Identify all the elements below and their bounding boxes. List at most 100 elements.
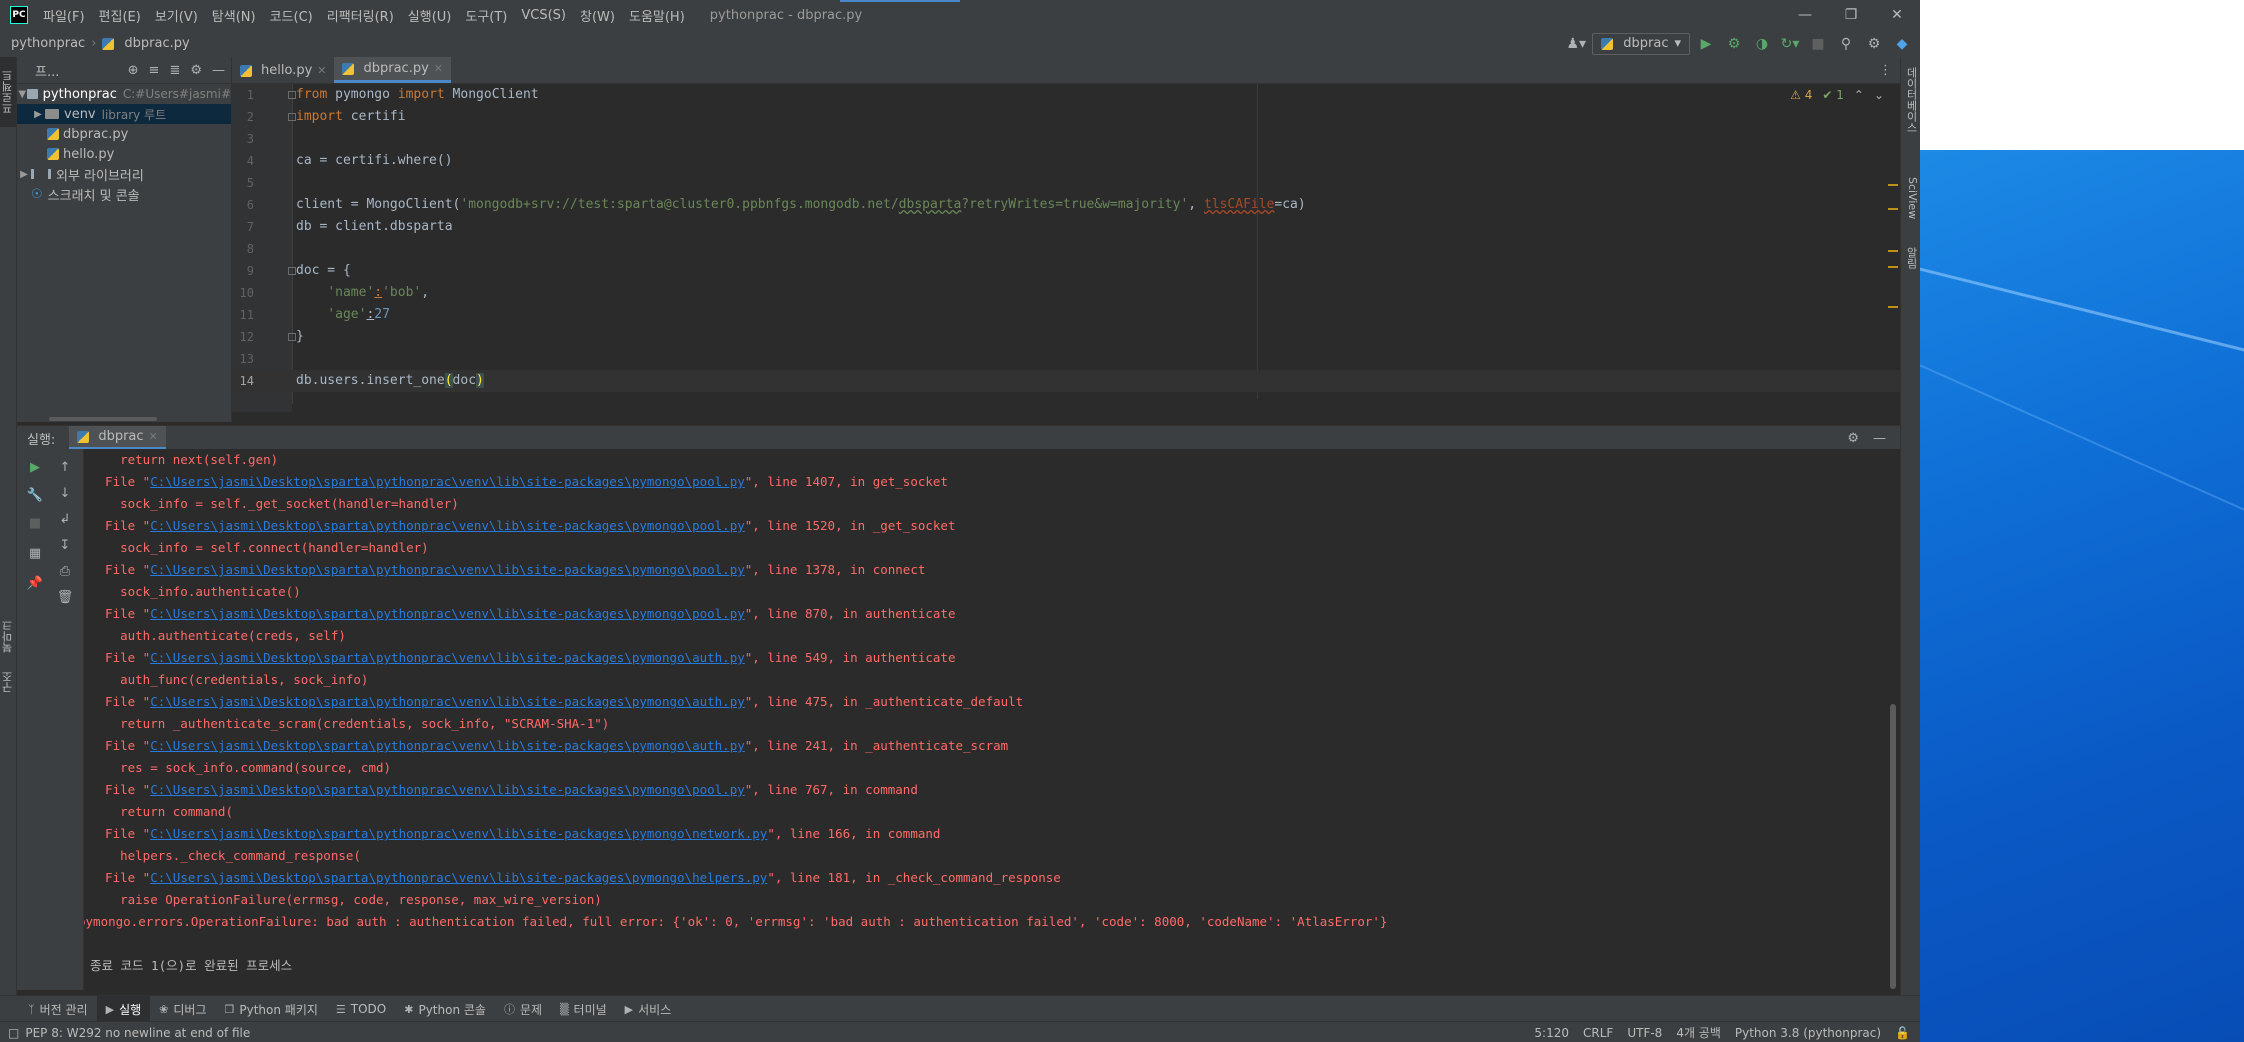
tool-run[interactable]: ▶ 실행 [96, 996, 151, 1022]
trash-icon[interactable]: 🗑 [55, 587, 75, 607]
fold-icon[interactable] [288, 267, 296, 275]
next-highlight-icon[interactable]: ⌄ [1874, 88, 1884, 102]
soft-wrap-icon[interactable]: ↲ [55, 509, 75, 529]
menu-refactor[interactable]: 리팩터링(R) [320, 6, 401, 25]
close-icon[interactable]: ✕ [1874, 0, 1920, 30]
stop-icon[interactable]: ■ [25, 513, 45, 533]
tree-item-external-libraries[interactable]: ▶ 외부 라이브러리 [17, 164, 231, 184]
layout-icon[interactable]: ▦ [25, 543, 45, 563]
chevron-down-icon[interactable]: ▼ [17, 89, 27, 100]
console-scrollbar[interactable] [1890, 704, 1896, 989]
close-tab-icon[interactable]: ✕ [149, 430, 158, 443]
code-line[interactable]: 6 client = MongoClient('mongodb+srv://te… [232, 194, 1900, 216]
breadcrumb-file[interactable]: dbprac.py [118, 36, 189, 51]
collapse-all-icon[interactable]: ≣ [169, 63, 180, 78]
code-line[interactable]: 1 from pymongo import MongoClient [232, 84, 1900, 106]
warning-stripe-marker[interactable] [1888, 266, 1898, 268]
chevron-right-icon[interactable]: ▶ [17, 169, 31, 180]
warning-stripe-marker[interactable] [1888, 184, 1898, 186]
code-line[interactable]: 2 import certifi [232, 106, 1900, 128]
coverage-icon[interactable]: ◑ [1750, 33, 1774, 55]
close-tab-icon[interactable]: ✕ [317, 64, 326, 77]
tree-item-venv[interactable]: ▶ venv library 루트 [17, 104, 231, 124]
menu-run[interactable]: 실행(U) [401, 6, 459, 25]
code-line[interactable]: 13 [232, 348, 1900, 370]
ide-update-icon[interactable]: ◆ [1890, 33, 1914, 55]
run-console-output[interactable]: return next(self.gen) File "C:\Users\jas… [84, 449, 1900, 990]
code-line[interactable]: 11 'age':27 [232, 304, 1900, 326]
gear-icon[interactable]: ⚙ [1847, 431, 1859, 446]
close-tab-icon[interactable]: ✕ [434, 62, 443, 75]
chevron-right-icon[interactable]: ▶ [31, 109, 45, 120]
traceback-file-link[interactable]: C:\Users\jasmi\Desktop\sparta\pythonprac… [150, 650, 745, 665]
menu-view[interactable]: 보기(V) [148, 6, 205, 25]
search-icon[interactable]: ⚲ [1834, 33, 1858, 55]
hide-panel-icon[interactable]: — [212, 63, 225, 78]
tool-services[interactable]: ▶ 서비스 [616, 996, 681, 1022]
python-interpreter[interactable]: Python 3.8 (pythonprac) [1735, 1026, 1881, 1040]
tab-dbprac[interactable]: dbprac.py ✕ [334, 57, 451, 83]
lock-icon[interactable]: 🔓 [1895, 1026, 1910, 1040]
menu-file[interactable]: 파일(F) [36, 6, 92, 25]
traceback-file-link[interactable]: C:\Users\jasmi\Desktop\sparta\pythonprac… [150, 870, 767, 885]
previous-highlight-icon[interactable]: ⌃ [1854, 88, 1864, 102]
traceback-file-link[interactable]: C:\Users\jasmi\Desktop\sparta\pythonprac… [150, 474, 745, 489]
caret-position[interactable]: 5:120 [1534, 1026, 1569, 1040]
tool-version-control[interactable]: ᛉ 버전 관리 [0, 996, 97, 1022]
menu-navigate[interactable]: 탐색(N) [205, 6, 263, 25]
editor-horizontal-scrollbar[interactable] [292, 404, 1898, 412]
sciview-tool-tab[interactable]: SciView [1903, 177, 1919, 237]
down-arrow-icon[interactable]: ↓ [55, 483, 75, 503]
code-line[interactable]: 3 [232, 128, 1900, 150]
minimize-icon[interactable]: — [1782, 0, 1828, 30]
run-icon[interactable]: ▶ [1694, 33, 1718, 55]
tree-item-scratches[interactable]: ☉ 스크래치 및 콘솔 [17, 184, 231, 204]
warning-stripe-marker[interactable] [1888, 208, 1898, 210]
up-arrow-icon[interactable]: ↑ [55, 457, 75, 477]
code-line[interactable]: 5 [232, 172, 1900, 194]
code-line[interactable]: 8 [232, 238, 1900, 260]
traceback-file-link[interactable]: C:\Users\jasmi\Desktop\sparta\pythonprac… [150, 606, 745, 621]
warning-stripe-marker[interactable] [1888, 250, 1898, 252]
code-line-current[interactable]: 14 db.users.insert_one(doc) [232, 370, 1900, 392]
code-line[interactable]: 4 ca = certifi.where() [232, 150, 1900, 172]
tree-item-dbprac[interactable]: dbprac.py [17, 124, 231, 144]
gear-icon[interactable]: ⚙ [190, 63, 202, 78]
tool-problems[interactable]: ⓘ 문제 [495, 996, 551, 1022]
traceback-file-link[interactable]: C:\Users\jasmi\Desktop\sparta\pythonprac… [150, 694, 745, 709]
menu-tools[interactable]: 도구(T) [458, 6, 514, 25]
database-tool-tab[interactable]: 데이터베이스 [1903, 67, 1919, 157]
breadcrumb-project[interactable]: pythonprac [0, 36, 91, 51]
debug-icon[interactable]: ⚙ [1722, 33, 1746, 55]
run-config-dropdown[interactable]: dbprac ▾ [1592, 32, 1690, 55]
warning-stripe-marker[interactable] [1888, 306, 1898, 308]
tree-root-pythonprac[interactable]: ▼ pythonprac C:#Users#jasmi# [17, 84, 231, 104]
traceback-file-link[interactable]: C:\Users\jasmi\Desktop\sparta\pythonprac… [150, 826, 767, 841]
tool-python-console[interactable]: ✱ Python 콘솔 [395, 996, 495, 1022]
menu-code[interactable]: 코드(C) [263, 6, 320, 25]
bookmarks-tool-tab[interactable]: 북마크 [0, 612, 16, 662]
profile-icon[interactable]: ↻▾ [1778, 33, 1802, 55]
status-message[interactable]: PEP 8: W292 no newline at end of file [25, 1026, 250, 1040]
structure-tool-tab[interactable]: 구조 [0, 662, 16, 702]
code-line[interactable]: 12 } [232, 326, 1900, 348]
wrench-icon[interactable]: 🔧 [25, 485, 45, 505]
traceback-file-link[interactable]: C:\Users\jasmi\Desktop\sparta\pythonprac… [150, 562, 745, 577]
pin-icon[interactable]: 📌 [25, 573, 45, 593]
menu-edit[interactable]: 편집(E) [92, 6, 148, 25]
file-encoding[interactable]: UTF-8 [1627, 1026, 1662, 1040]
code-line[interactable]: 9 doc = { [232, 260, 1900, 282]
tool-python-packages[interactable]: ❐ Python 패키지 [216, 996, 327, 1022]
panel-toggle-icon[interactable]: □ [8, 1026, 19, 1040]
project-horizontal-scrollbar[interactable] [17, 416, 231, 422]
code-line[interactable]: 10 'name':'bob', [232, 282, 1900, 304]
hide-panel-icon[interactable]: — [1873, 431, 1886, 446]
project-tool-tab[interactable]: 프로젝트 [0, 57, 16, 127]
traceback-file-link[interactable]: C:\Users\jasmi\Desktop\sparta\pythonprac… [150, 738, 745, 753]
notifications-tool-tab[interactable]: 알림 [1903, 247, 1919, 287]
project-panel-title[interactable]: 프... [17, 61, 59, 80]
fold-icon[interactable] [288, 113, 296, 121]
menu-window[interactable]: 창(W) [573, 6, 622, 25]
fold-icon[interactable] [288, 91, 296, 99]
user-icon[interactable]: ♟▾ [1564, 33, 1588, 55]
